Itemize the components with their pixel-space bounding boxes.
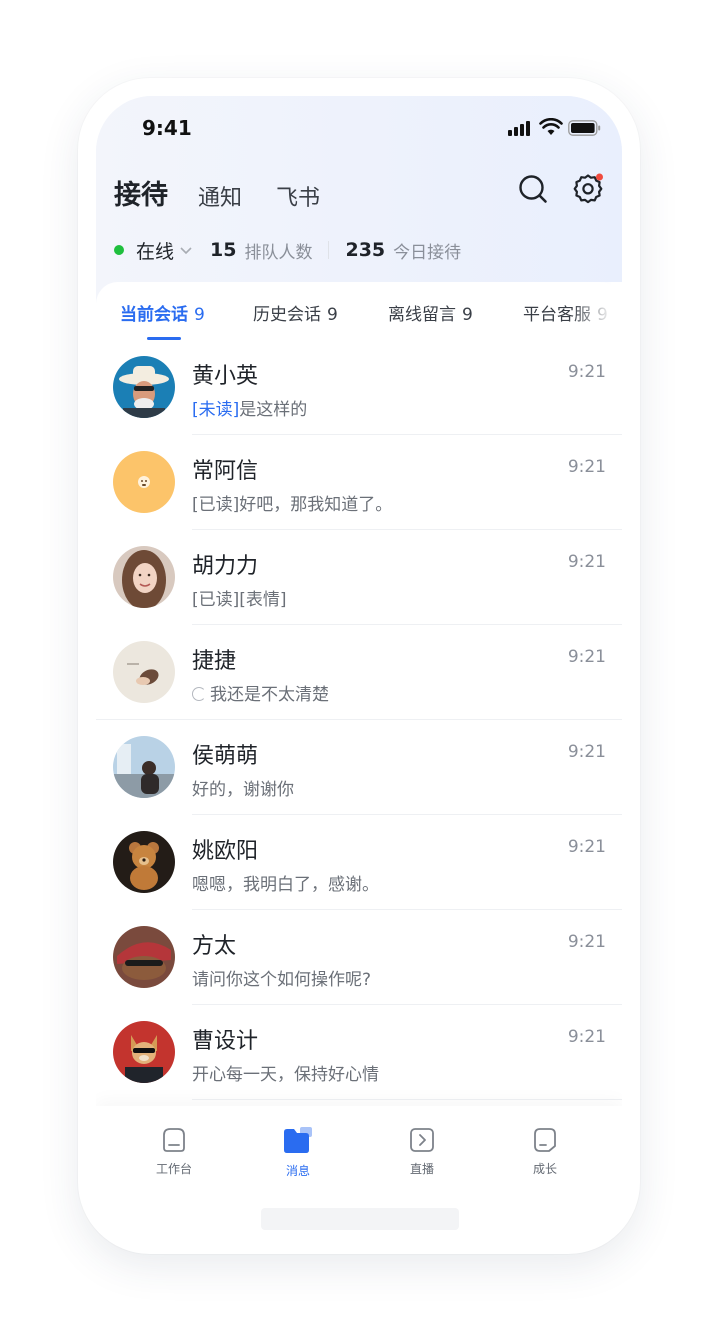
online-dot-icon — [114, 245, 124, 255]
cellular-signal-icon — [508, 120, 534, 136]
wifi-icon — [539, 118, 563, 135]
tab-history-sessions[interactable]: 历史会话 9 — [253, 300, 338, 325]
notification-badge — [596, 173, 603, 181]
read-tag: [已读] — [192, 495, 240, 515]
preview-text: [表情] — [239, 590, 287, 610]
today-count: 235 — [345, 239, 386, 261]
avatar — [113, 926, 175, 988]
nav-messages[interactable]: 消息 — [258, 1126, 338, 1179]
message-time: 9:21 — [567, 1027, 606, 1047]
avatar — [113, 356, 175, 418]
tab-count: 9 — [194, 305, 205, 325]
preview-text: 是这样的 — [239, 400, 308, 420]
online-status-label[interactable]: 在线 — [136, 237, 174, 264]
message-preview: 嗯嗯，我明白了，感谢。 — [192, 875, 379, 895]
tab-fade — [572, 282, 622, 340]
contact-name: 常阿信 — [192, 459, 259, 484]
contact-name: 曹设计 — [192, 1029, 259, 1054]
avatar — [113, 1021, 175, 1083]
tab-label: 离线留言 — [388, 305, 456, 325]
tab-label: 历史会话 — [253, 305, 321, 325]
reception-status-row: 在线 15 排队人数 235 今日接待 — [114, 236, 461, 264]
message-time: 9:21 — [567, 457, 606, 477]
nav-label: 直播 — [409, 1162, 434, 1176]
queue-count: 15 — [210, 239, 237, 261]
conversation-card: 当前会话9 历史会话9 离线留言9 平台客服9 黄小英 9:21 [未读]是这样… — [96, 282, 622, 1196]
preview-text: 我还是不太清楚 — [210, 685, 329, 705]
search-icon[interactable] — [518, 174, 548, 204]
message-preview: [已读]好吧，那我知道了。 — [192, 490, 392, 515]
message-time: 9:21 — [567, 647, 606, 667]
message-time: 9:21 — [567, 932, 606, 952]
divider — [192, 1099, 622, 1100]
contact-name: 方太 — [192, 934, 237, 959]
conversation-row[interactable]: 胡力力 9:21 [已读][表情] — [96, 530, 622, 625]
live-icon — [410, 1128, 434, 1152]
message-preview: 开心每一天，保持好心情 — [192, 1065, 379, 1085]
contact-name: 捷捷 — [192, 649, 237, 674]
message-preview: 请问你这个如何操作呢? — [192, 970, 372, 990]
message-time: 9:21 — [567, 552, 606, 572]
unread-tag: [未读] — [192, 400, 240, 420]
nav-label: 成长 — [532, 1162, 557, 1176]
contact-name: 侯萌萌 — [192, 744, 259, 769]
today-label: 今日接待 — [393, 242, 462, 263]
conversation-row[interactable]: 常阿信 9:21 [已读]好吧，那我知道了。 — [96, 435, 622, 530]
tab-feishu[interactable]: 飞书 — [276, 180, 320, 212]
nav-label: 工作台 — [155, 1162, 192, 1176]
tab-notifications[interactable]: 通知 — [198, 180, 242, 212]
message-preview: 我还是不太清楚 — [192, 680, 329, 705]
sending-spinner-icon — [192, 687, 206, 701]
message-preview: [未读]是这样的 — [192, 395, 307, 420]
tab-count: 9 — [327, 305, 338, 325]
top-tabs: 接待 通知 飞书 — [114, 172, 354, 212]
message-time: 9:21 — [567, 742, 606, 762]
message-time: 9:21 — [567, 362, 606, 382]
conversation-row[interactable]: 侯萌萌 9:21 好的，谢谢你 — [96, 720, 622, 815]
queue-label: 排队人数 — [244, 242, 313, 263]
avatar — [113, 451, 175, 513]
conversation-row[interactable]: 方太 9:21 请问你这个如何操作呢? — [96, 910, 622, 1005]
bottom-navigation: 工作台 消息 直播 成长 — [96, 1106, 622, 1196]
contact-name: 胡力力 — [192, 554, 259, 579]
phone-screen: 9:41 接待 通知 飞书 在线 15 排队人数 235 今日接待 当前会话 9… — [96, 96, 622, 1196]
workbench-icon — [163, 1128, 185, 1152]
divider — [328, 241, 330, 259]
contact-name: 姚欧阳 — [192, 839, 259, 864]
nav-live[interactable]: 直播 — [382, 1126, 462, 1177]
settings-icon[interactable] — [571, 172, 605, 206]
message-icon — [284, 1127, 312, 1153]
conversation-row[interactable]: 黄小英 9:21 [未读]是这样的 — [96, 340, 622, 435]
avatar — [113, 831, 175, 893]
growth-icon — [534, 1128, 556, 1152]
conversation-row[interactable]: 捷捷 9:21 我还是不太清楚 — [96, 625, 622, 720]
avatar — [113, 546, 175, 608]
message-preview: 好的，谢谢你 — [192, 780, 294, 800]
chevron-down-icon[interactable] — [178, 242, 194, 258]
tab-count: 9 — [462, 305, 473, 325]
tab-reception[interactable]: 接待 — [114, 173, 168, 212]
conversation-row[interactable]: 姚欧阳 9:21 嗯嗯，我明白了，感谢。 — [96, 815, 622, 910]
nav-growth[interactable]: 成长 — [505, 1126, 585, 1177]
tab-offline-messages[interactable]: 离线留言 9 — [388, 300, 473, 325]
read-tag: [已读] — [192, 590, 240, 610]
preview-text: 好吧，那我知道了。 — [239, 495, 393, 515]
battery-icon — [568, 120, 601, 136]
tab-current-sessions[interactable]: 当前会话 9 — [120, 300, 205, 325]
tab-label: 当前会话 — [120, 305, 188, 325]
avatar — [113, 736, 175, 798]
status-time: 9:41 — [142, 116, 192, 140]
contact-name: 黄小英 — [192, 364, 259, 389]
message-preview: [已读][表情] — [192, 585, 287, 610]
message-time: 9:21 — [567, 837, 606, 857]
avatar — [113, 641, 175, 703]
home-indicator[interactable] — [261, 1208, 459, 1230]
conversation-row[interactable]: 曹设计 9:21 开心每一天，保持好心情 — [96, 1005, 622, 1100]
conversation-sub-tabs: 当前会话9 历史会话9 离线留言9 平台客服9 — [96, 282, 622, 340]
nav-workbench[interactable]: 工作台 — [134, 1126, 214, 1177]
nav-label: 消息 — [285, 1164, 310, 1178]
status-bar: 9:41 — [96, 96, 622, 160]
